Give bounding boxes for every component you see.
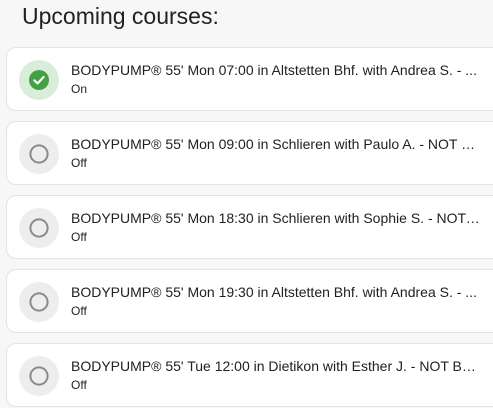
check-circle-icon [29,70,49,90]
course-card[interactable]: BODYPUMP® 55' Mon 19:30 in Altstetten Bh… [6,269,493,333]
course-title: BODYPUMP® 55' Mon 19:30 in Altstetten Bh… [71,284,477,300]
course-title: BODYPUMP® 55' Tue 12:00 in Dietikon with… [71,358,481,374]
course-title: BODYPUMP® 55' Mon 09:00 in Schlieren wit… [71,136,481,152]
empty-circle-icon [29,144,49,164]
empty-circle-icon [29,292,49,312]
course-card[interactable]: BODYPUMP® 55' Mon 18:30 in Schlieren wit… [6,195,493,259]
empty-circle-icon [29,218,49,238]
course-state: Off [71,156,87,170]
course-card[interactable]: BODYPUMP® 55' Mon 07:00 in Altstetten Bh… [6,47,493,111]
course-state: Off [71,230,87,244]
course-toggle[interactable] [19,208,59,248]
course-card[interactable]: BODYPUMP® 55' Mon 09:00 in Schlieren wit… [6,121,493,185]
course-state: Off [71,304,87,318]
course-state: Off [71,378,87,392]
course-toggle[interactable] [19,282,59,322]
empty-circle-icon [29,366,49,386]
course-toggle[interactable] [19,134,59,174]
course-card[interactable]: BODYPUMP® 55' Tue 12:00 in Dietikon with… [6,343,493,407]
section-title: Upcoming courses: [22,3,219,29]
course-toggle[interactable] [19,60,59,100]
course-title: BODYPUMP® 55' Mon 18:30 in Schlieren wit… [71,210,481,226]
course-state: On [71,82,88,96]
course-title: BODYPUMP® 55' Mon 07:00 in Altstetten Bh… [71,62,477,78]
courses-panel: Upcoming courses: BODYPUMP® 55' Mon 07:0… [0,0,493,408]
course-toggle[interactable] [19,356,59,396]
